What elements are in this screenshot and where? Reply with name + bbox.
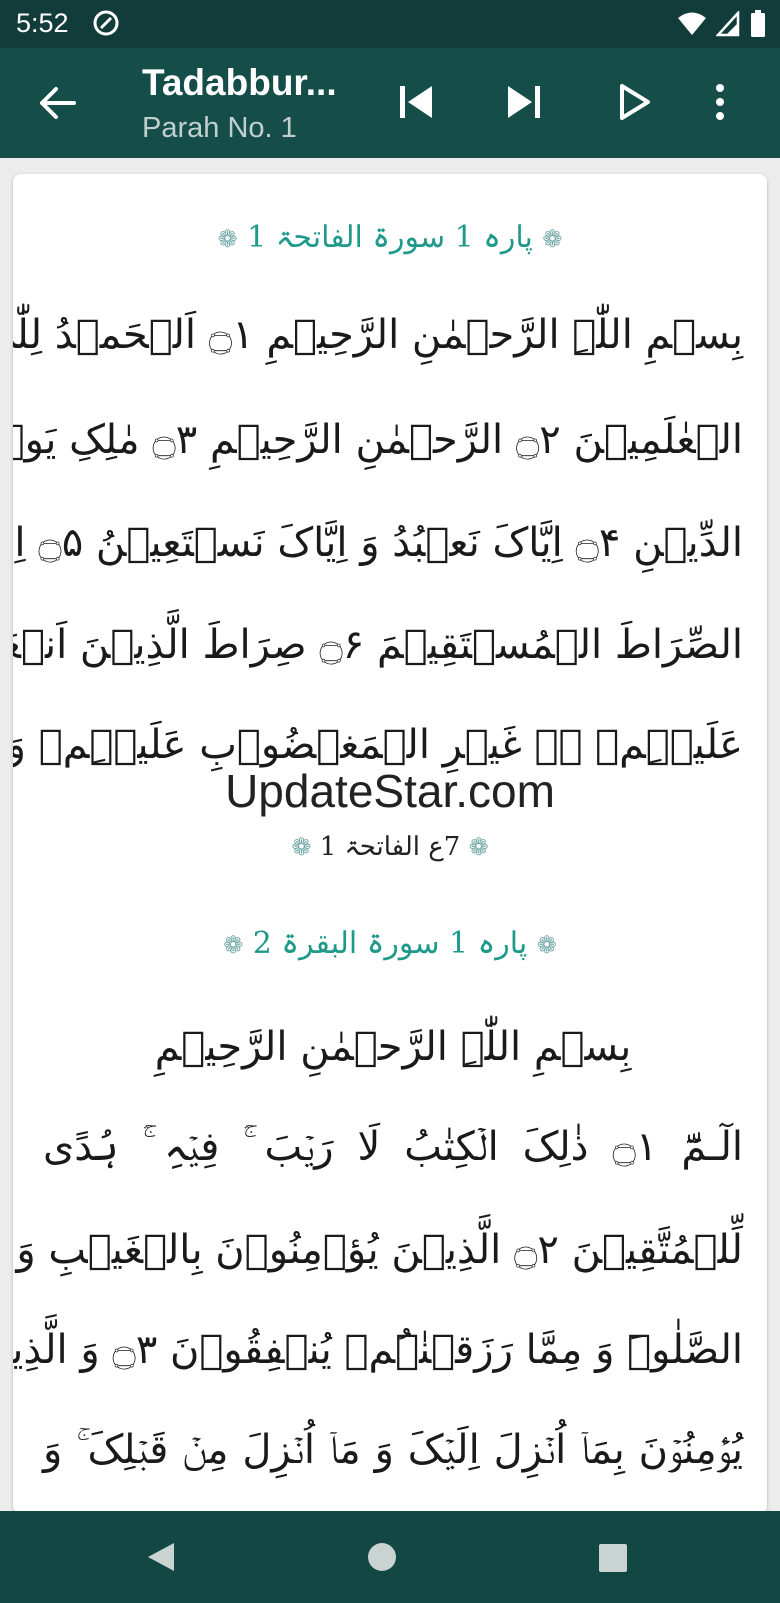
ruku-marker: ❁ 7ع الفاتحۃ 1 ❁ [13, 832, 767, 862]
battery-icon [751, 10, 765, 37]
nav-recents-icon[interactable] [598, 1543, 628, 1573]
app-bar: Tadabbur... Parah No. 1 [0, 48, 780, 158]
ornament-icon: ❁ [542, 225, 563, 253]
verse-line: الصَّلٰوۃَ وَ مِمَّا رَزَقۡنٰہُمۡ یُنۡفِ… [13, 1327, 743, 1373]
app-subtitle: Parah No. 1 [142, 112, 297, 144]
ornament-icon: ❁ [217, 225, 238, 253]
wifi-icon [678, 12, 706, 35]
section-heading-baqarah: ❁ پارہ 1 سورۃ البقرۃ 2 ❁ [13, 926, 767, 961]
back-arrow-icon[interactable] [36, 82, 78, 124]
ornament-icon: ❁ [468, 833, 489, 861]
section-heading-text: پارہ 1 سورۃ الفاتحۃ 1 [247, 220, 533, 255]
app-title: Tadabbur... [142, 62, 337, 103]
ornament-icon: ❁ [223, 931, 244, 959]
section-heading-text: پارہ 1 سورۃ البقرۃ 2 [252, 926, 528, 961]
verse-line: یُؤۡمِنُوۡنَ بِمَاۤ اُنۡزِلَ اِلَیۡکَ وَ… [43, 1427, 743, 1473]
ruku-text: 7ع الفاتحۃ 1 [319, 832, 461, 862]
status-time: 5:52 [16, 8, 69, 38]
verse-line: بِسۡمِ اللّٰہِ الرَّحۡمٰنِ الرَّحِیۡمِ ۝… [13, 312, 743, 358]
more-options-icon[interactable] [696, 78, 744, 126]
content-card: ❁ پارہ 1 سورۃ الفاتحۃ 1 ❁ بِسۡمِ اللّٰہِ… [13, 174, 767, 1514]
verse-line: الٓـمّٓ ۝۱ ذٰلِکَ الۡکِتٰبُ لَا رَیۡبَ ۚ… [43, 1124, 743, 1170]
verse-line: الصِّرَاطَ الۡمُسۡتَقِیۡمَ ۝۶ صِرَاطَ ال… [13, 622, 743, 668]
verse-line: لِّلۡمُتَّقِیۡنَ ۝۲ الَّذِیۡنَ یُؤۡمِنُو… [13, 1227, 743, 1273]
system-navigation-bar [0, 1511, 780, 1603]
verse-line: عَلَیۡہِمۡ ۬ۙ غَیۡرِ الۡمَغۡضُوۡبِ عَلَی… [13, 722, 743, 768]
status-bar: 5:52 [0, 0, 780, 48]
ornament-icon: ❁ [536, 931, 557, 959]
nav-home-icon[interactable] [366, 1541, 398, 1573]
nav-back-icon[interactable] [146, 1541, 176, 1573]
play-icon[interactable] [610, 78, 658, 126]
watermark: UpdateStar.com [225, 765, 555, 817]
verse-line: الۡعٰلَمِیۡنَ ۝۲ الرَّحۡمٰنِ الرَّحِیۡمِ… [13, 417, 743, 463]
verse-line: الدِّیۡنِ ۝۴ اِیَّاکَ نَعۡبُدُ وَ اِیَّا… [13, 520, 743, 566]
skip-previous-icon[interactable] [392, 78, 440, 126]
at-sign-icon [93, 10, 119, 36]
bismillah: بِسۡمِ اللّٰہِ الرَّحۡمٰنِ الرَّحِیۡمِ [154, 1024, 632, 1070]
section-heading-fatiha: ❁ پارہ 1 سورۃ الفاتحۃ 1 ❁ [13, 220, 767, 255]
cellular-signal-icon [716, 11, 740, 37]
skip-next-icon[interactable] [500, 78, 548, 126]
ornament-icon: ❁ [291, 833, 312, 861]
